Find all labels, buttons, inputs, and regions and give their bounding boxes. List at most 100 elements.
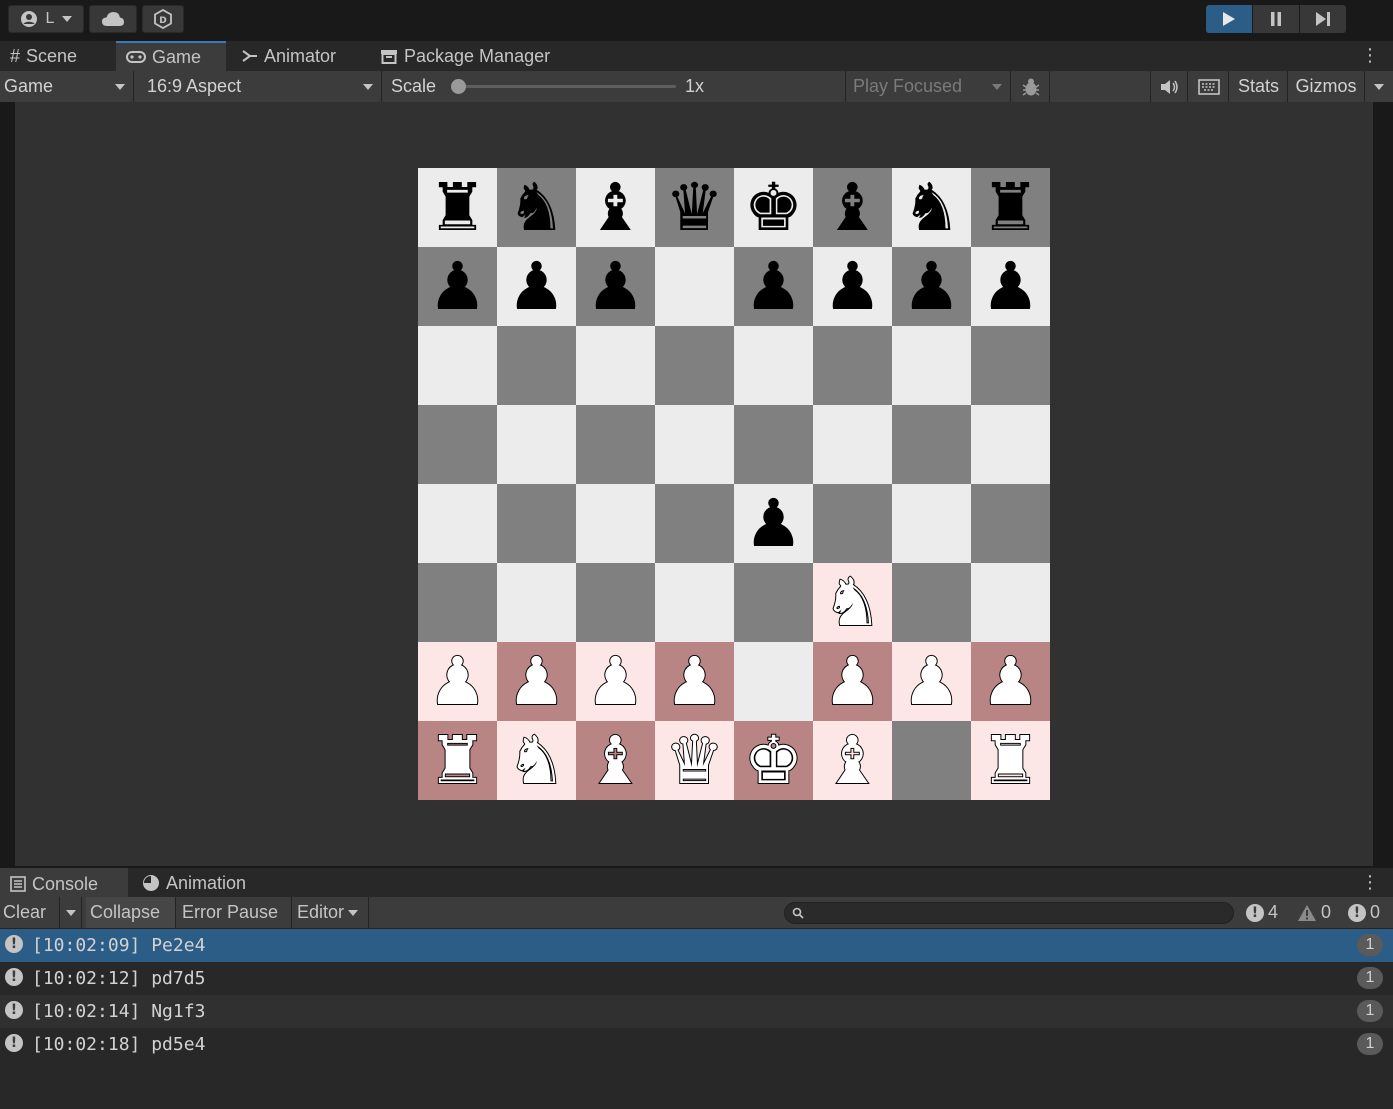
white-bishop-icon[interactable]: ♝ — [822, 726, 883, 794]
square-e1[interactable]: ♚ — [734, 721, 813, 800]
square-h8[interactable]: ♜ — [971, 168, 1050, 247]
white-knight-icon[interactable]: ♞ — [506, 726, 567, 794]
square-e3[interactable] — [734, 563, 813, 642]
square-c2[interactable]: ♟ — [576, 642, 655, 721]
frame-debugger-button[interactable] — [1012, 71, 1050, 102]
white-knight-icon[interactable]: ♞ — [822, 568, 883, 636]
chess-board[interactable]: ♜ ♞ ♝ ♛ ♚ ♝ ♞ ♜ ♟ ♟ ♟ ♟ ♟ ♟ ♟ ♟ ♞ ♟ ♟ ♟ ♟ ♟ ♟ ♟ ♜ ♞ ♝ ♛ ♚ ♝ ♜ — [418, 168, 1050, 800]
step-button[interactable] — [1300, 5, 1346, 33]
square-h1[interactable]: ♜ — [971, 721, 1050, 800]
tab-game[interactable]: Game — [116, 41, 226, 71]
square-f4[interactable] — [813, 484, 892, 563]
square-a6[interactable] — [418, 326, 497, 405]
square-b5[interactable] — [497, 405, 576, 484]
square-d2[interactable]: ♟ — [655, 642, 734, 721]
clear-button[interactable]: Clear — [0, 897, 60, 928]
black-pawn-icon[interactable]: ♟ — [507, 253, 566, 320]
square-d1[interactable]: ♛ — [655, 721, 734, 800]
black-rook-icon[interactable]: ♜ — [428, 174, 487, 241]
square-c6[interactable] — [576, 326, 655, 405]
white-king-icon[interactable]: ♚ — [743, 726, 804, 794]
white-pawn-icon[interactable]: ♟ — [822, 647, 883, 715]
square-d5[interactable] — [655, 405, 734, 484]
square-h7[interactable]: ♟ — [971, 247, 1050, 326]
square-b2[interactable]: ♟ — [497, 642, 576, 721]
collab-button[interactable]: D — [142, 5, 184, 33]
square-d3[interactable] — [655, 563, 734, 642]
square-a1[interactable]: ♜ — [418, 721, 497, 800]
square-a8[interactable]: ♜ — [418, 168, 497, 247]
square-g1[interactable] — [892, 721, 971, 800]
square-f8[interactable]: ♝ — [813, 168, 892, 247]
square-h6[interactable] — [971, 326, 1050, 405]
editor-dropdown[interactable]: Editor — [293, 897, 369, 928]
square-b7[interactable]: ♟ — [497, 247, 576, 326]
collapse-toggle[interactable]: Collapse — [86, 897, 176, 928]
error-pause-toggle[interactable]: Error Pause — [178, 897, 292, 928]
shortcuts-button[interactable] — [1189, 71, 1229, 102]
display-dropdown[interactable]: Game — [0, 71, 134, 102]
square-c8[interactable]: ♝ — [576, 168, 655, 247]
square-f6[interactable] — [813, 326, 892, 405]
black-pawn-icon[interactable]: ♟ — [586, 253, 645, 320]
square-b8[interactable]: ♞ — [497, 168, 576, 247]
tab-scene[interactable]: # Scene — [0, 41, 116, 71]
clear-options-dropdown[interactable] — [60, 897, 82, 928]
square-f7[interactable]: ♟ — [813, 247, 892, 326]
tab-package-manager[interactable]: Package Manager — [370, 41, 580, 71]
square-f3[interactable]: ♞ — [813, 563, 892, 642]
white-pawn-icon[interactable]: ♟ — [980, 647, 1041, 715]
square-h3[interactable] — [971, 563, 1050, 642]
account-button[interactable]: L — [8, 5, 84, 33]
square-e5[interactable] — [734, 405, 813, 484]
black-pawn-icon[interactable]: ♟ — [744, 490, 803, 557]
black-queen-icon[interactable]: ♛ — [665, 174, 724, 241]
more-options-icon[interactable]: ⋮ — [1361, 45, 1379, 66]
square-c1[interactable]: ♝ — [576, 721, 655, 800]
square-c3[interactable] — [576, 563, 655, 642]
square-c4[interactable] — [576, 484, 655, 563]
white-pawn-icon[interactable]: ♟ — [585, 647, 646, 715]
black-pawn-icon[interactable]: ♟ — [428, 253, 487, 320]
square-d7[interactable] — [655, 247, 734, 326]
scale-slider-handle[interactable] — [451, 79, 466, 94]
mute-audio-button[interactable] — [1150, 71, 1188, 102]
black-pawn-icon[interactable]: ♟ — [902, 253, 961, 320]
white-queen-icon[interactable]: ♛ — [664, 726, 725, 794]
white-rook-icon[interactable]: ♜ — [427, 726, 488, 794]
warning-count-toggle[interactable]: 0 — [1297, 897, 1331, 928]
square-b3[interactable] — [497, 563, 576, 642]
square-d8[interactable]: ♛ — [655, 168, 734, 247]
square-b6[interactable] — [497, 326, 576, 405]
black-pawn-icon[interactable]: ♟ — [744, 253, 803, 320]
scale-slider-track[interactable] — [459, 85, 676, 88]
square-a5[interactable] — [418, 405, 497, 484]
square-g8[interactable]: ♞ — [892, 168, 971, 247]
tab-animator[interactable]: Animator — [232, 41, 362, 71]
tab-console[interactable]: Console — [0, 868, 128, 898]
square-d6[interactable] — [655, 326, 734, 405]
square-f5[interactable] — [813, 405, 892, 484]
log-entry[interactable]: ! [10:02:18] pd5e4 1 — [0, 1028, 1393, 1061]
square-c7[interactable]: ♟ — [576, 247, 655, 326]
square-e4[interactable]: ♟ — [734, 484, 813, 563]
square-e7[interactable]: ♟ — [734, 247, 813, 326]
play-button[interactable] — [1206, 5, 1252, 33]
console-search-input[interactable] — [784, 902, 1234, 924]
square-g4[interactable] — [892, 484, 971, 563]
stats-button[interactable]: Stats — [1230, 71, 1288, 102]
info-count-toggle[interactable]: ! 4 — [1246, 897, 1278, 928]
square-h2[interactable]: ♟ — [971, 642, 1050, 721]
gizmos-button[interactable]: Gizmos — [1289, 71, 1363, 102]
white-bishop-icon[interactable]: ♝ — [585, 726, 646, 794]
white-pawn-icon[interactable]: ♟ — [664, 647, 725, 715]
black-bishop-icon[interactable]: ♝ — [586, 174, 645, 241]
white-pawn-icon[interactable]: ♟ — [901, 647, 962, 715]
square-b4[interactable] — [497, 484, 576, 563]
log-entry[interactable]: ! [10:02:12] pd7d5 1 — [0, 962, 1393, 995]
square-a2[interactable]: ♟ — [418, 642, 497, 721]
square-a4[interactable] — [418, 484, 497, 563]
white-pawn-icon[interactable]: ♟ — [506, 647, 567, 715]
square-e8[interactable]: ♚ — [734, 168, 813, 247]
square-c5[interactable] — [576, 405, 655, 484]
